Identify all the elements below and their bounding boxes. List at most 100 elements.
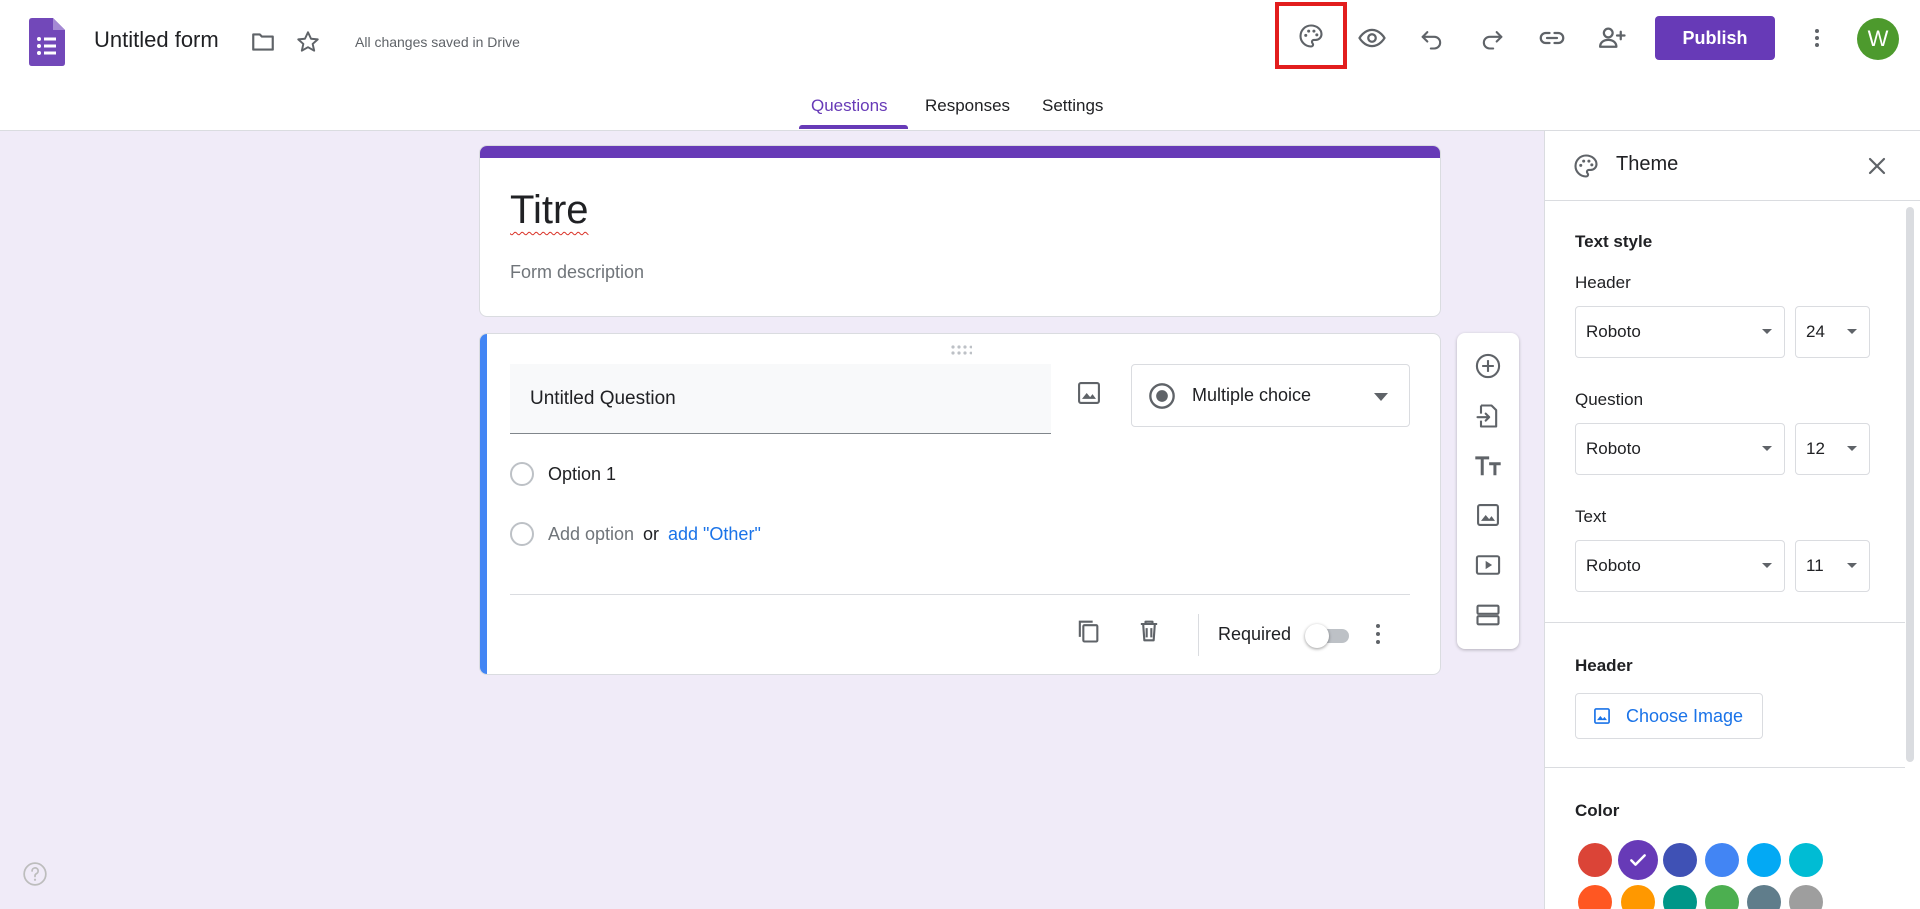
import-questions-icon[interactable]	[1472, 400, 1504, 432]
text-style-title: Text style	[1575, 232, 1653, 251]
question-side-toolbar	[1457, 333, 1519, 649]
text-size-select[interactable]: 11	[1795, 540, 1870, 592]
header-section-title: Header	[1575, 656, 1633, 675]
radio-button-icon	[1148, 382, 1176, 410]
choose-image-button[interactable]: Choose Image	[1575, 693, 1763, 739]
add-video-icon[interactable]	[1472, 549, 1504, 581]
add-option-link[interactable]: Add option	[548, 524, 634, 545]
color-swatch-deep-orange[interactable]	[1578, 885, 1612, 909]
palette-icon	[1572, 152, 1600, 180]
add-other-link[interactable]: add "Other"	[668, 524, 761, 545]
chevron-down-icon	[1847, 446, 1857, 451]
publish-button[interactable]: Publish	[1655, 16, 1775, 60]
color-swatch-teal[interactable]	[1663, 885, 1697, 909]
color-section-title: Color	[1575, 801, 1620, 820]
tab-settings[interactable]: Settings	[1042, 96, 1103, 116]
question-size-value: 12	[1806, 439, 1825, 458]
header-font-select[interactable]: Roboto	[1575, 306, 1785, 358]
theme-panel-header: Theme	[1545, 131, 1920, 201]
footer-vertical-divider	[1198, 614, 1199, 656]
panel-divider	[1545, 622, 1905, 623]
required-label: Required	[1218, 624, 1292, 644]
tab-questions[interactable]: Questions	[811, 96, 888, 116]
add-option-radio-icon	[510, 522, 534, 546]
text-font-select[interactable]: Roboto	[1575, 540, 1785, 592]
add-title-icon[interactable]	[1472, 450, 1504, 482]
theme-panel-title: Theme	[1616, 153, 1679, 175]
form-tabs: Questions Responses Settings	[0, 96, 1920, 130]
option-1-text[interactable]: Option 1	[548, 464, 616, 485]
color-swatch-cyan[interactable]	[1789, 843, 1823, 877]
star-icon[interactable]	[288, 22, 328, 62]
text-font-value: Roboto	[1586, 556, 1641, 575]
customize-theme-button[interactable]	[1275, 2, 1347, 69]
add-section-icon[interactable]	[1472, 599, 1504, 631]
question-size-select[interactable]: 12	[1795, 423, 1870, 475]
question-font-value: Roboto	[1586, 439, 1641, 458]
active-question-indicator	[480, 334, 487, 674]
add-collaborator-icon[interactable]	[1592, 18, 1632, 58]
form-heading-input[interactable]: Titre	[510, 188, 589, 233]
question-title-input[interactable]: Untitled Question	[510, 364, 1051, 434]
color-swatch-purple-selected[interactable]	[1618, 840, 1658, 880]
question-footer-divider	[510, 594, 1410, 595]
color-swatch-light-blue[interactable]	[1747, 843, 1781, 877]
required-toggle[interactable]	[1305, 624, 1351, 648]
chevron-down-icon	[1762, 446, 1772, 451]
header-size-select[interactable]: 24	[1795, 306, 1870, 358]
add-image-icon[interactable]	[1472, 499, 1504, 531]
drag-handle-icon[interactable]	[950, 344, 972, 356]
link-icon[interactable]	[1532, 18, 1572, 58]
choose-image-label: Choose Image	[1626, 705, 1744, 726]
active-tab-indicator	[799, 125, 908, 129]
question-type-label: Multiple choice	[1192, 385, 1312, 405]
add-question-icon[interactable]	[1472, 350, 1504, 382]
option-radio-icon	[510, 462, 534, 486]
preview-eye-icon[interactable]	[1352, 18, 1392, 58]
title-card-accent	[480, 146, 1440, 158]
palette-icon	[1297, 22, 1325, 50]
checkmark-icon	[1628, 850, 1648, 870]
color-swatch-blue[interactable]	[1705, 843, 1739, 877]
chevron-down-icon	[1847, 563, 1857, 568]
folder-icon[interactable]	[243, 22, 283, 62]
close-icon[interactable]	[1865, 154, 1889, 178]
toggle-knob	[1305, 624, 1329, 648]
form-title-card: Titre Form description	[479, 145, 1441, 317]
color-swatch-blue-grey[interactable]	[1747, 885, 1781, 909]
question-more-icon[interactable]	[1371, 622, 1385, 646]
delete-icon[interactable]	[1135, 617, 1163, 645]
header-size-value: 24	[1806, 322, 1825, 341]
more-vert-icon[interactable]	[1797, 18, 1837, 58]
form-description-input[interactable]: Form description	[510, 262, 644, 283]
theme-panel: Theme Text style Header Roboto 24 Questi…	[1544, 131, 1920, 909]
redo-icon[interactable]	[1472, 18, 1512, 58]
color-swatch-green[interactable]	[1705, 885, 1739, 909]
tab-responses[interactable]: Responses	[925, 96, 1010, 116]
form-title[interactable]: Untitled form	[94, 27, 219, 53]
question-font-label: Question	[1575, 390, 1644, 409]
question-font-select[interactable]: Roboto	[1575, 423, 1785, 475]
theme-panel-scrollbar[interactable]	[1906, 207, 1914, 762]
color-swatch-red[interactable]	[1578, 843, 1612, 877]
question-card[interactable]: Untitled Question Multiple choice Option…	[479, 333, 1441, 675]
text-size-value: 11	[1806, 556, 1824, 575]
color-swatch-indigo[interactable]	[1663, 843, 1697, 877]
color-swatch-orange[interactable]	[1621, 885, 1655, 909]
chevron-down-icon	[1762, 329, 1772, 334]
help-icon[interactable]	[22, 861, 48, 887]
avatar[interactable]: W	[1857, 18, 1899, 60]
save-status: All changes saved in Drive	[355, 34, 520, 50]
color-swatch-grey[interactable]	[1789, 885, 1823, 909]
duplicate-icon[interactable]	[1074, 617, 1102, 645]
undo-icon[interactable]	[1412, 18, 1452, 58]
or-text: or	[643, 524, 660, 544]
header-font-label: Header	[1575, 273, 1631, 292]
add-image-icon[interactable]	[1075, 379, 1103, 407]
text-font-label: Text	[1575, 507, 1607, 526]
chevron-down-icon	[1374, 393, 1388, 401]
question-type-select[interactable]: Multiple choice	[1131, 364, 1410, 427]
forms-logo-icon[interactable]	[29, 18, 65, 66]
top-bar: Untitled form All changes saved in Drive…	[0, 0, 1920, 131]
image-icon	[1592, 706, 1612, 726]
